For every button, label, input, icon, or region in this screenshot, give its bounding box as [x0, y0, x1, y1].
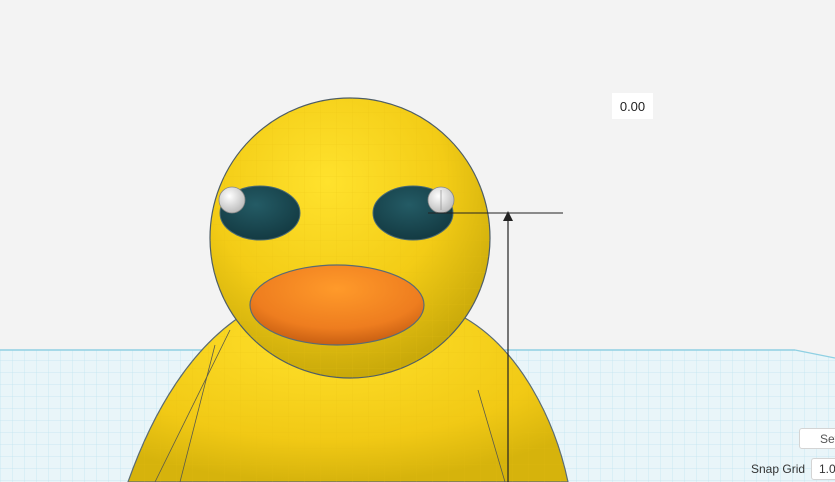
snap-grid-select[interactable]: 1.0 — [811, 458, 835, 480]
measurement-value-label[interactable]: 0.00 — [612, 93, 653, 119]
3d-viewport[interactable] — [0, 0, 835, 482]
settings-button[interactable]: Settings — [799, 428, 835, 449]
left-eye[interactable] — [218, 185, 301, 241]
snap-grid-label: Snap Grid — [751, 462, 806, 476]
duck-beak[interactable] — [249, 264, 425, 346]
